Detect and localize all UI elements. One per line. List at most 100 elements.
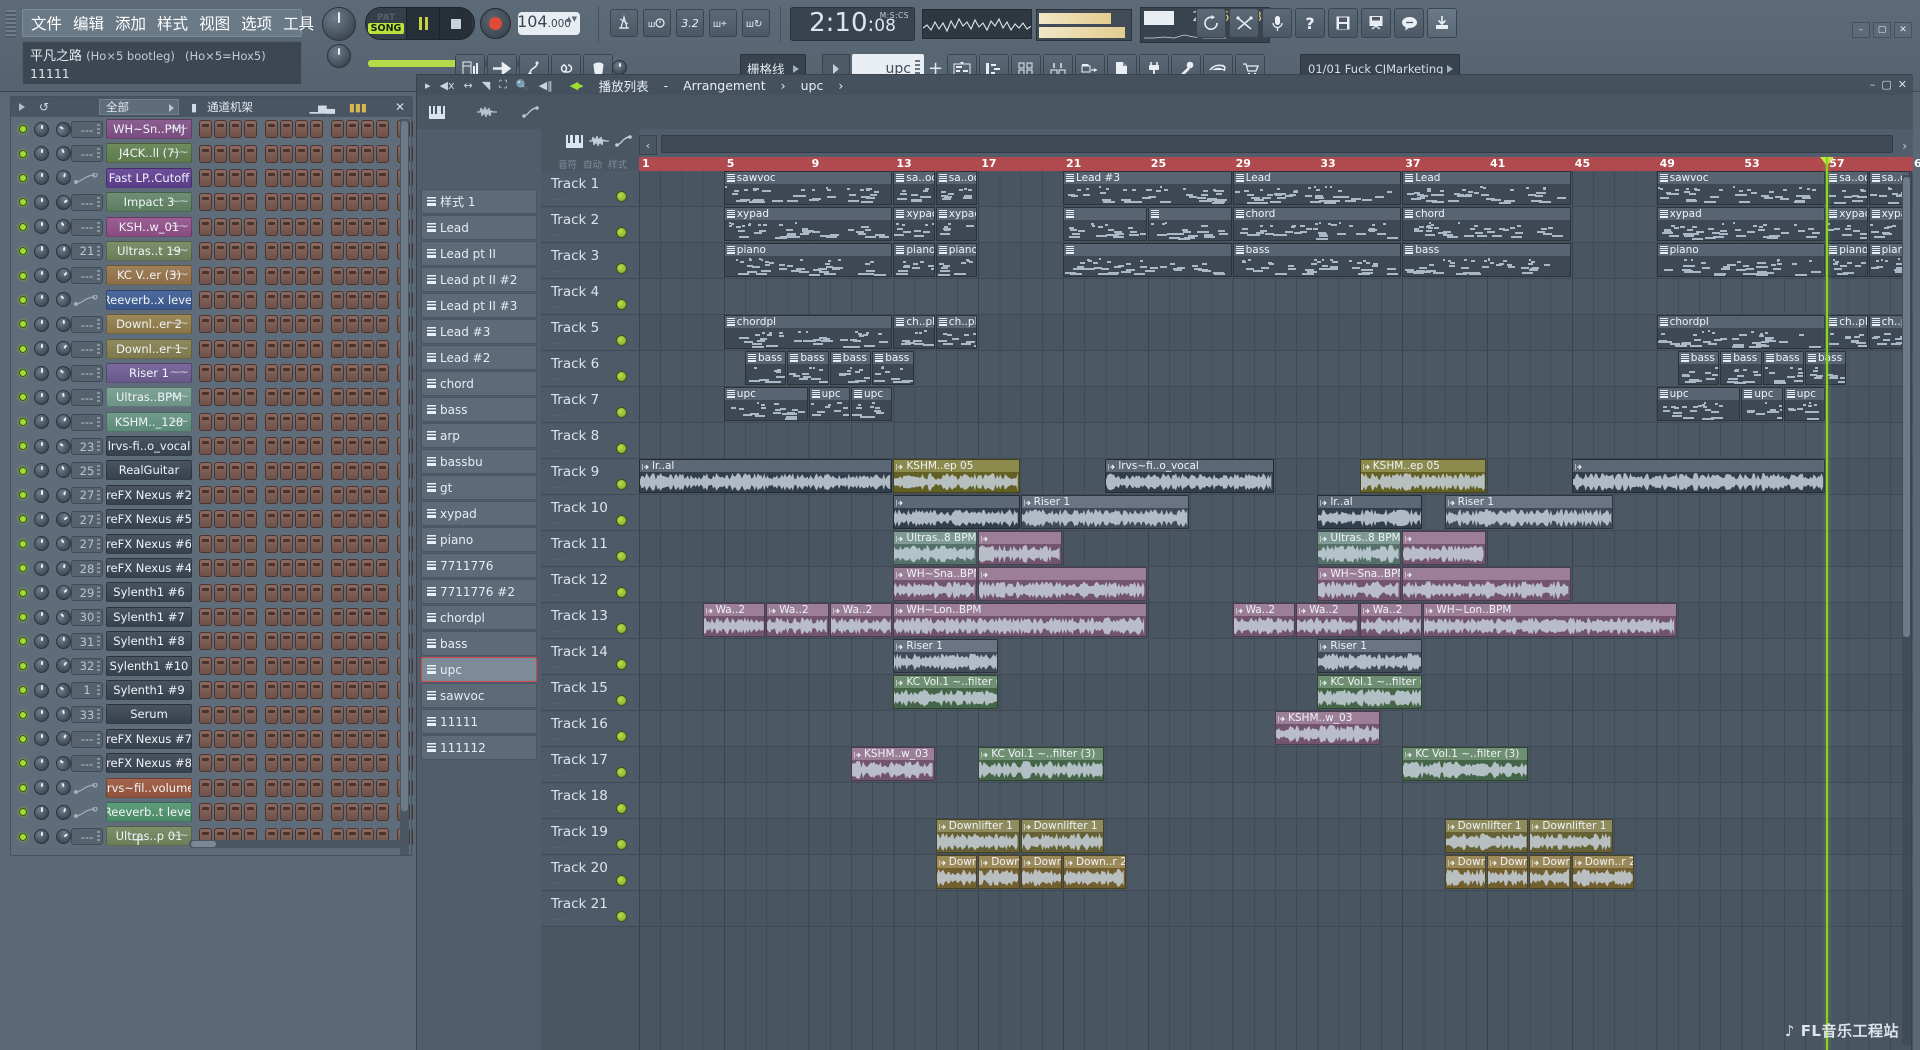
channel-row[interactable]: 33 Serum xyxy=(11,702,413,726)
download-button[interactable] xyxy=(1427,8,1457,38)
channel-row[interactable]: 31 Sylenth1 #8 xyxy=(11,629,413,653)
step-button[interactable] xyxy=(244,193,257,212)
step-button[interactable] xyxy=(199,412,212,431)
channel-name-button[interactable]: Sylenth1 #10 xyxy=(106,655,192,676)
step-button[interactable] xyxy=(346,120,359,139)
playlist-clip[interactable]: bass xyxy=(1720,351,1762,385)
playlist-clip[interactable]: Lead xyxy=(1232,171,1402,205)
playlist-maximize-button[interactable]: ▢ xyxy=(1881,78,1891,91)
step-button[interactable] xyxy=(376,632,389,651)
step-button[interactable] xyxy=(331,705,344,724)
step-button[interactable] xyxy=(199,778,212,797)
step-sequencer-row[interactable] xyxy=(197,483,413,507)
track-enable-led[interactable] xyxy=(616,407,627,418)
step-button[interactable] xyxy=(412,242,413,261)
step-button[interactable] xyxy=(214,461,227,480)
step-button[interactable] xyxy=(199,705,212,724)
step-button[interactable] xyxy=(229,168,242,187)
playlist-clip[interactable]: Downlifter 1 xyxy=(1020,819,1105,853)
step-button[interactable] xyxy=(265,754,278,773)
pattern-list-item[interactable]: 111112 xyxy=(421,735,537,760)
playlist-clip[interactable]: xypad xyxy=(723,207,893,241)
menu-item-1[interactable]: 编辑 xyxy=(73,12,104,34)
channel-mixer-number[interactable]: 27 xyxy=(71,535,103,553)
step-button[interactable] xyxy=(280,461,293,480)
step-button[interactable] xyxy=(412,583,413,602)
count-in-button[interactable]: 3.2 xyxy=(676,9,704,37)
step-button[interactable] xyxy=(331,778,344,797)
track-header-row[interactable]: Track 8... xyxy=(541,423,639,459)
step-button[interactable] xyxy=(265,608,278,626)
channel-name-button[interactable]: reFX Nexus #5 xyxy=(106,509,192,530)
step-button[interactable] xyxy=(229,144,242,163)
playlist-clip[interactable] xyxy=(978,531,1062,565)
step-button[interactable] xyxy=(265,217,278,236)
channel-led[interactable] xyxy=(19,442,27,451)
playlist-clip[interactable]: Wa..2 xyxy=(702,603,766,637)
channel-pan-knob[interactable] xyxy=(34,438,49,454)
step-button[interactable] xyxy=(310,803,323,822)
channel-volume-knob[interactable] xyxy=(55,559,72,577)
playlist-clip[interactable] xyxy=(978,567,1147,601)
step-button[interactable] xyxy=(244,510,257,529)
toolbar-grip[interactable] xyxy=(6,10,16,38)
track-header-row[interactable]: Track 7... xyxy=(541,387,639,423)
pattern-list-item[interactable]: Lead #3 xyxy=(421,319,537,344)
step-sequencer-row[interactable] xyxy=(197,215,413,239)
step-button[interactable] xyxy=(412,217,413,236)
piano-roll-view-icon[interactable] xyxy=(425,100,449,124)
step-button[interactable] xyxy=(361,364,374,383)
step-button[interactable] xyxy=(280,729,293,748)
step-sequencer-row[interactable] xyxy=(197,312,413,336)
step-button[interactable] xyxy=(265,729,278,748)
step-button[interactable] xyxy=(412,461,413,480)
channel-mixer-number[interactable]: 1 xyxy=(71,681,103,699)
menu-item-5[interactable]: 选项 xyxy=(241,12,272,34)
step-sequencer-row[interactable] xyxy=(197,190,413,214)
step-button[interactable] xyxy=(376,583,389,602)
step-button[interactable] xyxy=(310,168,323,187)
step-button[interactable] xyxy=(280,534,293,553)
step-button[interactable] xyxy=(295,193,308,212)
channel-pan-knob[interactable] xyxy=(34,146,49,162)
step-button[interactable] xyxy=(346,778,359,797)
step-button[interactable] xyxy=(244,290,257,309)
step-button[interactable] xyxy=(295,461,308,480)
track-handle-icon[interactable]: ... xyxy=(553,229,565,239)
step-button[interactable] xyxy=(244,168,257,187)
step-button[interactable] xyxy=(295,217,308,236)
playlist-clip[interactable]: Wa..2 xyxy=(766,603,829,637)
step-button[interactable] xyxy=(376,364,389,383)
step-button[interactable] xyxy=(361,290,374,309)
step-sequencer-row[interactable] xyxy=(197,654,413,678)
step-button[interactable] xyxy=(361,486,374,505)
step-button[interactable] xyxy=(295,608,308,626)
keyboard-icon[interactable]: ▮ xyxy=(191,101,197,114)
channel-led[interactable] xyxy=(19,637,27,646)
step-button[interactable] xyxy=(361,412,374,431)
track-header-row[interactable]: Track 1... xyxy=(541,171,639,207)
channel-led[interactable] xyxy=(19,247,27,256)
step-button[interactable] xyxy=(280,656,293,675)
step-button[interactable] xyxy=(376,437,389,456)
step-button[interactable] xyxy=(412,388,413,407)
step-button[interactable] xyxy=(214,510,227,529)
time-display-panel[interactable]: 2:10:08 M:S:CS xyxy=(790,7,915,41)
playlist-clip[interactable]: WH~Sna..BPM xyxy=(1317,567,1402,601)
step-button[interactable] xyxy=(361,193,374,212)
audio-view-icon[interactable] xyxy=(589,135,609,151)
playlist-clip[interactable]: bass xyxy=(1402,243,1571,277)
step-button[interactable] xyxy=(361,534,374,553)
grid-track-row[interactable] xyxy=(639,783,1913,819)
step-button[interactable] xyxy=(214,608,227,626)
step-button[interactable] xyxy=(295,339,308,358)
track-name-list[interactable]: Track 1... Track 2... Track 3... Track 4...… xyxy=(541,171,639,1050)
step-button[interactable] xyxy=(229,339,242,358)
step-button[interactable] xyxy=(229,705,242,724)
step-button[interactable] xyxy=(412,339,413,358)
channel-led[interactable] xyxy=(19,271,27,280)
track-handle-icon[interactable]: ... xyxy=(553,409,565,419)
step-button[interactable] xyxy=(199,656,212,675)
step-button[interactable] xyxy=(199,729,212,748)
channel-name-button[interactable]: J4CK..ll (7) ⁓⁓ xyxy=(106,143,192,164)
